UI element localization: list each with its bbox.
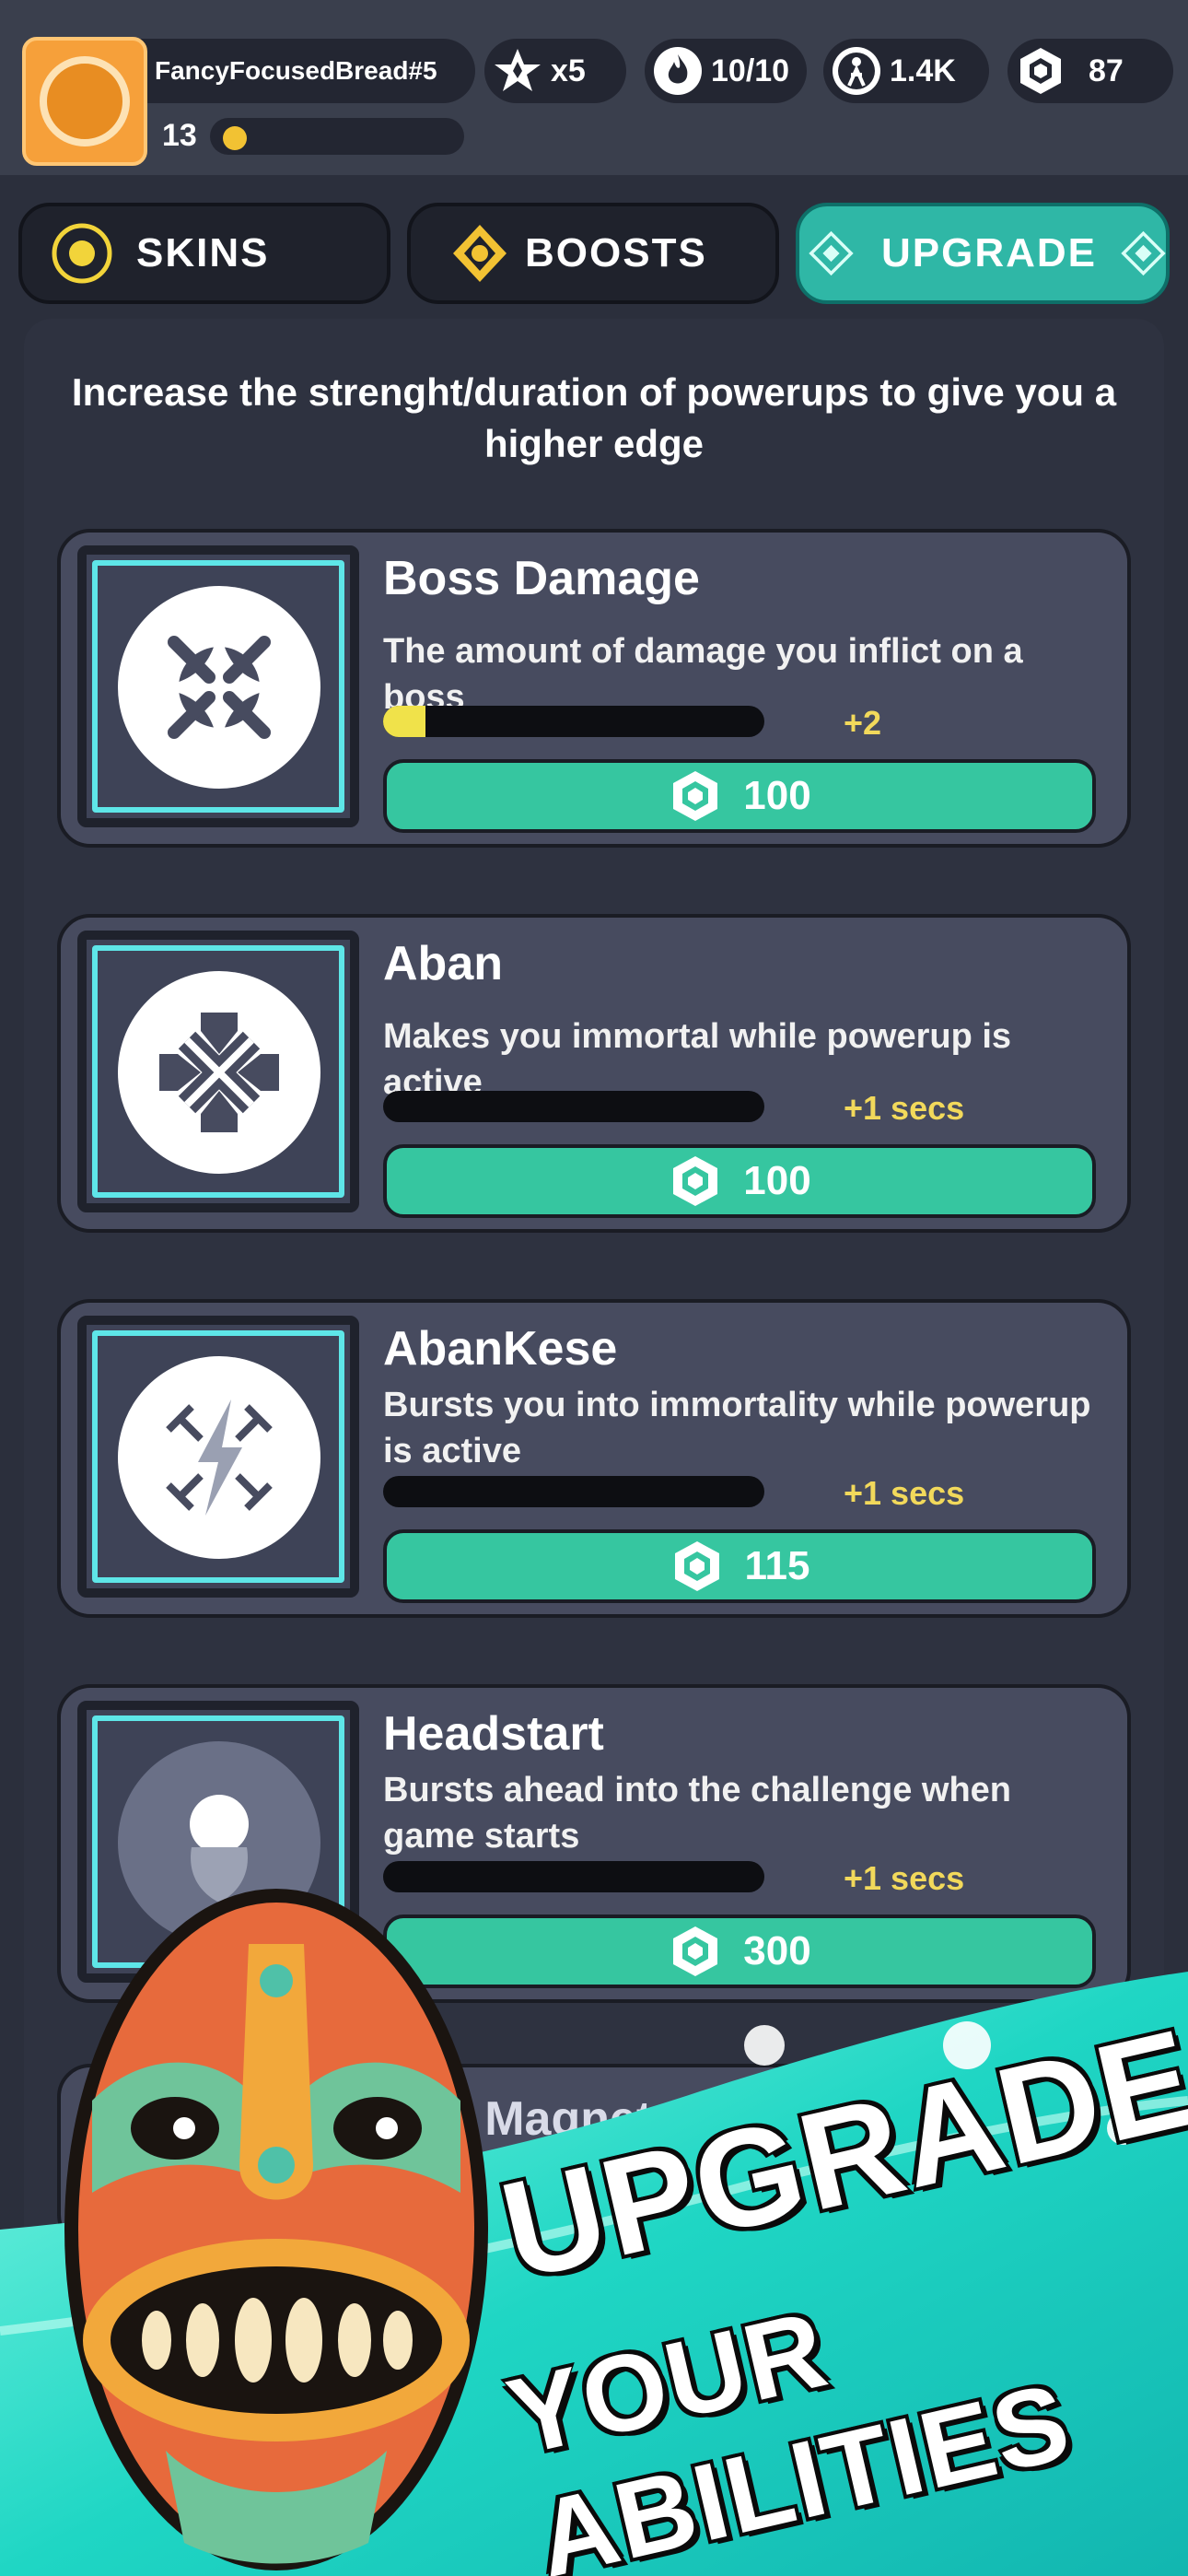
tab-upgrade-label: UPGRADE xyxy=(880,230,1098,275)
buy-upgrade-button[interactable]: 100 xyxy=(383,1144,1096,1218)
player-name-pill[interactable]: FancyFocusedBread#5 xyxy=(136,39,475,103)
gem-counter[interactable]: 87 xyxy=(1007,39,1173,103)
upgrade-price: 115 xyxy=(744,1543,810,1588)
buy-upgrade-button[interactable]: 115 xyxy=(383,1529,1096,1603)
buy-upgrade-button[interactable]: 100 xyxy=(383,759,1096,833)
gem-icon xyxy=(674,1541,719,1591)
boosts-icon xyxy=(453,225,507,282)
gem-icon xyxy=(673,1156,718,1206)
upgrade-progress-bar xyxy=(383,1091,764,1122)
friends-value: 1.4K xyxy=(890,53,956,88)
friends-counter[interactable]: 1.4K xyxy=(823,39,989,103)
avatar-emblem xyxy=(40,56,130,146)
star-token-value: x5 xyxy=(551,53,586,88)
upgrade-title: Aban xyxy=(383,937,503,990)
gem-icon xyxy=(673,1926,718,1976)
energy-value: 10/10 xyxy=(711,53,790,88)
tab-boosts-label: BOOSTS xyxy=(525,230,707,275)
tab-upgrade[interactable]: UPGRADE xyxy=(796,203,1170,304)
aban-icon-frame xyxy=(77,931,359,1212)
abankese-icon xyxy=(166,1399,273,1516)
upgrade-price: 100 xyxy=(743,773,811,818)
upgrade-gain: +1 secs xyxy=(844,1089,965,1127)
upgrade-diamond-right-icon xyxy=(1121,230,1166,276)
aban-icon xyxy=(159,1013,279,1132)
tab-boosts[interactable]: BOOSTS xyxy=(407,203,779,304)
tab-skins[interactable]: SKINS xyxy=(18,203,390,304)
upgrade-gain: +1 secs xyxy=(844,1474,965,1512)
upgrade-progress-bar xyxy=(383,706,764,737)
gem-icon xyxy=(673,771,718,821)
upgrade-gain: +2 xyxy=(844,704,882,742)
upgrade-card-boss-damage: Boss Damage The amount of damage you inf… xyxy=(57,529,1131,848)
upgrade-title: Headstart xyxy=(383,1707,604,1761)
flame-icon xyxy=(652,45,704,97)
upgrade-description: Bursts you into immortality while poweru… xyxy=(383,1386,1091,1470)
skins-icon xyxy=(52,223,112,284)
energy-counter[interactable]: 10/10 xyxy=(645,39,807,103)
abankese-icon-frame xyxy=(77,1316,359,1598)
star-token-icon xyxy=(492,45,543,97)
gem-value: 87 xyxy=(1089,53,1124,88)
upgrade-card-aban: Aban Makes you immortal while powerup is… xyxy=(57,914,1131,1233)
tab-skins-label: SKINS xyxy=(136,230,270,275)
upgrade-description: Bursts ahead into the challenge when gam… xyxy=(383,1771,1012,1856)
upgrade-card-abankese: AbanKese Bursts you into immortality whi… xyxy=(57,1299,1131,1618)
boss-damage-icon xyxy=(157,626,281,749)
boss-damage-icon-frame xyxy=(77,545,359,827)
upgrade-diamond-left-icon xyxy=(809,230,854,276)
people-icon xyxy=(831,45,882,97)
xp-progress-bar xyxy=(210,118,464,155)
upgrade-title: Boss Damage xyxy=(383,552,700,605)
xp-progress-fill xyxy=(223,126,247,150)
player-name: FancyFocusedBread#5 xyxy=(155,56,437,85)
player-avatar[interactable] xyxy=(22,37,147,166)
upgrade-intro-text: Increase the strenght/duration of poweru… xyxy=(71,370,1117,465)
tribal-mask-mascot xyxy=(64,1889,488,2570)
upgrade-progress-bar xyxy=(383,1476,764,1507)
star-token-counter[interactable]: x5 xyxy=(484,39,626,103)
upgrade-price: 100 xyxy=(743,1158,811,1203)
upgrade-title: AbanKese xyxy=(383,1322,618,1376)
upgrade-progress-fill xyxy=(383,706,425,737)
upgrade-gain: +1 secs xyxy=(844,1859,965,1897)
gem-icon xyxy=(1015,45,1066,97)
upgrade-price: 300 xyxy=(743,1928,811,1973)
player-level: 13 xyxy=(162,118,197,153)
